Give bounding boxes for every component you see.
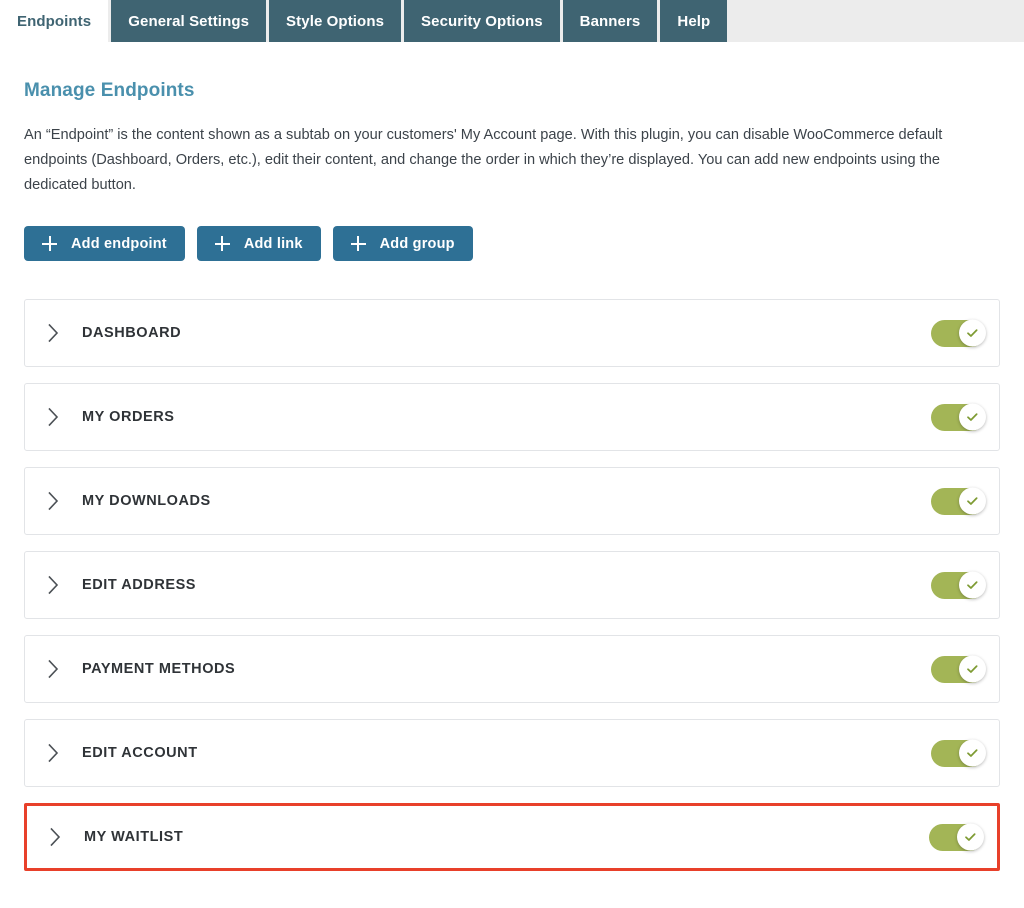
endpoint-row[interactable]: Payment Methods [24,635,1000,703]
endpoint-label: Edit Account [82,745,198,761]
endpoint-row-left: Payment Methods [47,658,931,680]
chevron-right-icon[interactable] [47,574,61,596]
endpoint-row[interactable]: My Orders [24,383,1000,451]
endpoint-label: Edit Address [82,577,197,593]
endpoint-list: Dashboard My Orders My Downloads Edit Addre… [24,261,1000,871]
endpoint-row[interactable]: My Downloads [24,467,1000,535]
chevron-right-icon[interactable] [47,658,61,680]
toggle-knob-check-icon [959,403,986,431]
endpoint-label: My Orders [82,409,175,425]
plus-icon [350,236,366,251]
chevron-right-icon[interactable] [47,322,61,344]
endpoint-row-left: My Waitlist [49,826,929,848]
action-button-group: Add endpoint Add link Add group [24,198,1000,261]
endpoint-enabled-toggle[interactable] [931,655,986,683]
add-link-button[interactable]: Add link [196,226,321,261]
plus-icon [42,236,57,251]
endpoint-row[interactable]: Edit Account [24,719,1000,787]
endpoint-row-left: Edit Account [47,742,931,764]
button-label: Add group [379,235,455,252]
tab-banners[interactable]: Banners [562,0,658,42]
endpoint-row-left: My Orders [47,406,931,428]
chevron-right-icon[interactable] [49,826,63,848]
tab-bar: Endpoints General Settings Style Options Se… [0,0,1024,42]
endpoint-label: My Downloads [82,493,211,509]
chevron-right-icon[interactable] [47,406,61,428]
endpoint-label: Payment Methods [82,661,236,677]
endpoint-label: Dashboard [82,325,182,341]
content-area: Manage Endpoints An “Endpoint” is the co… [0,42,1024,871]
tab-general-settings[interactable]: General Settings [111,0,267,42]
page-title: Manage Endpoints [24,80,195,101]
toggle-knob-check-icon [959,319,986,347]
add-endpoint-button[interactable]: Add endpoint [24,226,185,261]
toggle-knob-check-icon [959,739,986,767]
endpoint-row[interactable]: Dashboard [24,299,1000,367]
add-group-button[interactable]: Add group [332,226,473,261]
toggle-knob-check-icon [957,823,984,851]
tab-style-options[interactable]: Style Options [269,0,402,42]
chevron-right-icon[interactable] [47,490,61,512]
endpoint-row-left: Dashboard [47,322,931,344]
tab-endpoints[interactable]: Endpoints [0,0,109,42]
endpoint-enabled-toggle[interactable] [931,487,986,515]
chevron-right-icon[interactable] [47,742,61,764]
endpoint-enabled-toggle[interactable] [931,319,986,347]
plus-icon [214,236,230,251]
toggle-knob-check-icon [959,571,986,599]
endpoint-enabled-toggle[interactable] [931,739,986,767]
toggle-knob-check-icon [959,487,986,515]
page-description: An “Endpoint” is the content shown as a … [24,127,943,193]
tab-security-options[interactable]: Security Options [404,0,560,42]
button-label: Add endpoint [71,235,167,252]
endpoint-row-left: Edit Address [47,574,931,596]
endpoint-enabled-toggle[interactable] [931,403,986,431]
toggle-knob-check-icon [959,655,986,683]
endpoint-row[interactable]: My Waitlist [24,803,1000,871]
button-label: Add link [243,235,303,252]
endpoint-enabled-toggle[interactable] [931,571,986,599]
endpoint-label: My Waitlist [84,829,184,845]
endpoint-row-left: My Downloads [47,490,931,512]
endpoint-row[interactable]: Edit Address [24,551,1000,619]
tab-help[interactable]: Help [660,0,728,42]
endpoint-enabled-toggle[interactable] [929,823,984,851]
